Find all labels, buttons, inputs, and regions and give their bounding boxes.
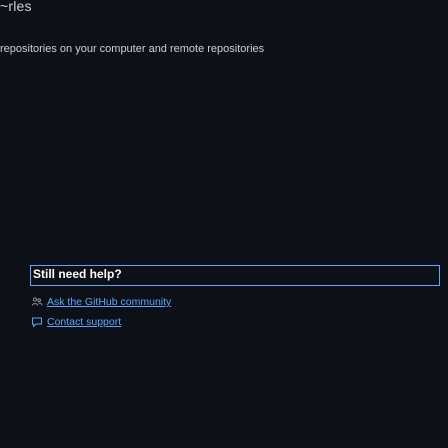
comment-icon bbox=[31, 316, 43, 328]
still-need-help-heading: Still need help? bbox=[33, 267, 122, 281]
community-link-row[interactable]: Ask the GitHub community bbox=[31, 296, 171, 308]
contact-support-link[interactable]: Contact support bbox=[47, 316, 121, 328]
cut-off-heading: ~rles bbox=[0, 0, 32, 14]
ask-community-link[interactable]: Ask the GitHub community bbox=[47, 296, 171, 308]
help-page: ~rles repositories on your computer and … bbox=[0, 0, 448, 448]
people-icon bbox=[31, 296, 43, 308]
support-link-row[interactable]: Contact support bbox=[31, 316, 121, 328]
intro-text: repositories on your computer and remote… bbox=[0, 43, 265, 55]
